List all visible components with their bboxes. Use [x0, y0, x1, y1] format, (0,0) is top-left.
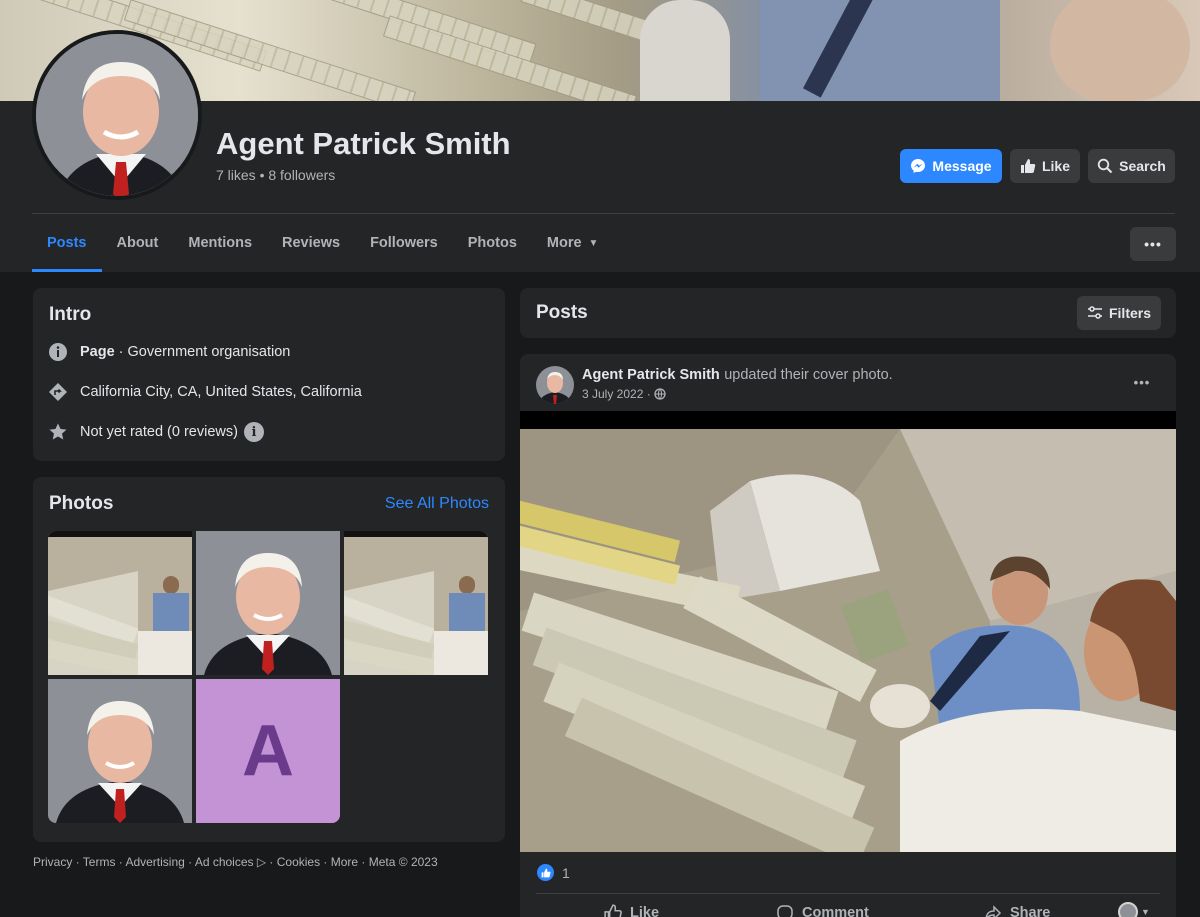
- filters-button[interactable]: Filters: [1077, 296, 1161, 330]
- page-title: Agent Patrick Smith: [216, 126, 511, 161]
- intro-card: Intro Page · Government organisation Cal…: [33, 288, 505, 461]
- share-icon: [985, 905, 1002, 917]
- post-author-avatar[interactable]: [536, 366, 574, 404]
- directions-icon: [48, 382, 68, 402]
- tab-reviews[interactable]: Reviews: [267, 214, 355, 272]
- caret-down-icon: ▼: [588, 237, 599, 249]
- like-page-button[interactable]: Like: [1010, 149, 1080, 183]
- post-comment-button[interactable]: Comment: [776, 904, 869, 917]
- photo-thumbnail[interactable]: [344, 531, 488, 675]
- photo-placeholder[interactable]: A: [196, 679, 340, 823]
- reaction-summary[interactable]: 1: [537, 864, 570, 881]
- tab-more[interactable]: More ▼: [532, 214, 614, 272]
- thumbs-up-icon: [1020, 159, 1036, 173]
- search-icon: [1097, 158, 1113, 174]
- intro-location: California City, CA, United States, Cali…: [48, 382, 362, 402]
- photo-thumbnail[interactable]: [48, 531, 192, 675]
- page-tabs: Posts About Mentions Reviews Followers P…: [32, 214, 613, 272]
- message-label: Message: [932, 158, 992, 174]
- globe-icon: [654, 388, 666, 400]
- photos-card: Photos See All Photos A: [33, 477, 505, 842]
- post-action: updated their cover photo.: [724, 367, 893, 383]
- placeholder-letter: A: [242, 711, 294, 791]
- post-date[interactable]: 3 July 2022 ·: [582, 387, 651, 401]
- posts-title: Posts: [536, 302, 588, 323]
- photo-thumbnail[interactable]: [196, 531, 340, 675]
- audience-selector[interactable]: ▼: [1118, 902, 1150, 917]
- info-icon: [48, 342, 68, 362]
- thumbs-up-icon: [604, 904, 622, 917]
- post-actions-divider: [536, 893, 1160, 894]
- caret-down-icon: ▼: [1141, 907, 1150, 917]
- rating-info-icon[interactable]: i: [243, 422, 264, 442]
- mini-avatar: [1118, 902, 1138, 917]
- photo-thumbnail[interactable]: [48, 679, 192, 823]
- tab-followers[interactable]: Followers: [355, 214, 453, 272]
- like-label: Like: [1041, 158, 1070, 174]
- see-all-photos-link[interactable]: See All Photos: [385, 495, 489, 513]
- message-button[interactable]: Message: [900, 149, 1002, 183]
- footer-links[interactable]: Privacy · Terms · Advertising · Ad choic…: [33, 855, 438, 869]
- more-options-button[interactable]: •••: [1130, 227, 1176, 261]
- posts-header-card: Posts Filters: [520, 288, 1176, 338]
- intro-category: Page · Government organisation: [48, 342, 290, 362]
- star-icon: [48, 422, 68, 442]
- filters-icon: [1087, 306, 1102, 319]
- page-stats[interactable]: 7 likes • 8 followers: [216, 167, 335, 183]
- tab-about[interactable]: About: [102, 214, 174, 272]
- post-date-row: 3 July 2022 ·: [582, 387, 666, 401]
- like-reaction-icon: [537, 864, 554, 881]
- post-author[interactable]: Agent Patrick Smith: [582, 367, 720, 383]
- tab-photos[interactable]: Photos: [453, 214, 532, 272]
- profile-avatar[interactable]: [32, 30, 202, 200]
- intro-rating: Not yet rated (0 reviews) i: [48, 422, 264, 442]
- post-like-button[interactable]: Like: [604, 904, 659, 917]
- post-options-button[interactable]: •••: [1124, 370, 1160, 394]
- search-button[interactable]: Search: [1088, 149, 1175, 183]
- messenger-icon: [911, 159, 926, 173]
- intro-title: Intro: [49, 304, 92, 325]
- post-meta: Agent Patrick Smith updated their cover …: [582, 366, 893, 384]
- post-share-button[interactable]: Share: [984, 904, 1050, 917]
- comment-icon: [777, 905, 793, 917]
- photos-title: Photos: [49, 493, 114, 514]
- post-image[interactable]: [520, 411, 1176, 852]
- search-label: Search: [1119, 158, 1166, 174]
- tab-mentions[interactable]: Mentions: [173, 214, 267, 272]
- tab-posts[interactable]: Posts: [32, 214, 102, 272]
